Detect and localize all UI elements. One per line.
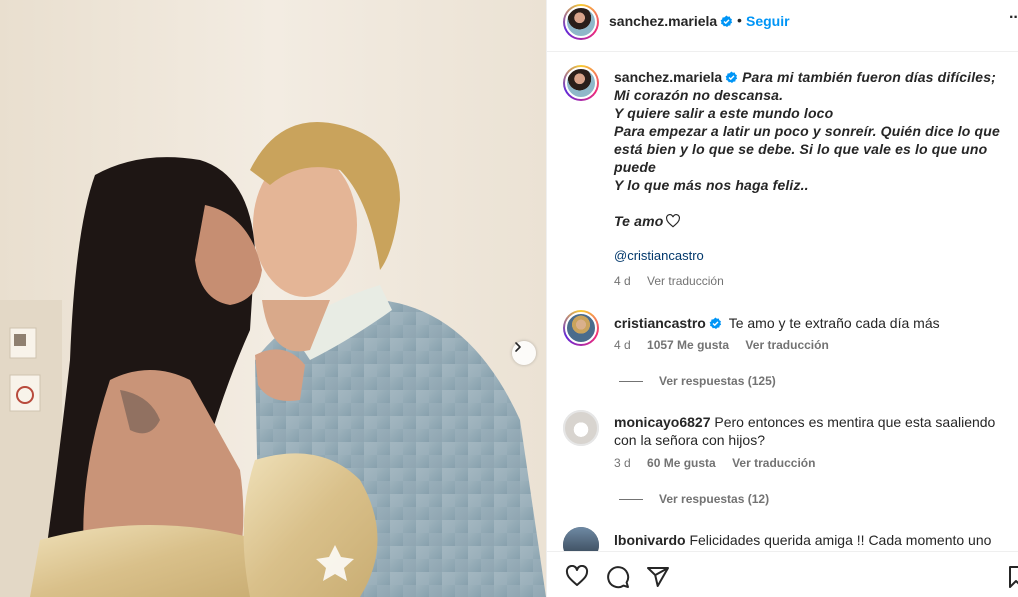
- comment-text: Felicidades querida amiga !! Cada moment…: [689, 532, 992, 548]
- follow-button[interactable]: Seguir: [746, 13, 790, 29]
- caption-text: Para mi también fueron días difíciles; M…: [614, 69, 1000, 229]
- author-username[interactable]: sanchez.mariela: [609, 13, 733, 29]
- comment-meta: 4 d 1057 Me gusta Ver traducción: [614, 338, 842, 352]
- view-replies-button[interactable]: Ver respuestas (125): [619, 374, 776, 388]
- comment-likes-button[interactable]: 60 Me gusta: [647, 456, 716, 470]
- replies-divider-line: [619, 380, 643, 382]
- chevron-right-icon: [515, 342, 521, 352]
- comment-item: lbonivardo Felicidades querida amiga !! …: [614, 531, 1014, 549]
- view-replies-label[interactable]: Ver respuestas (12): [659, 492, 769, 506]
- comments-scroll-area[interactable]: sanchez.mariela Para mi también fueron d…: [547, 53, 1018, 551]
- more-options-icon[interactable]: ···: [1009, 9, 1018, 27]
- post-detail-panel: sanchez.mariela • Seguir ··· sanchez.mar…: [546, 0, 1018, 597]
- comment-time: 4 d: [614, 338, 631, 352]
- comment-likes-button[interactable]: 1057 Me gusta: [647, 338, 729, 352]
- post-caption: sanchez.mariela Para mi también fueron d…: [614, 68, 1014, 230]
- comment-username[interactable]: monicayo6827: [614, 414, 711, 430]
- photo-illustration: [0, 0, 546, 597]
- caption-time: 4 d: [614, 274, 631, 288]
- comment-translate-button[interactable]: Ver traducción: [732, 456, 815, 470]
- separator-dot: •: [737, 12, 742, 28]
- verified-badge-icon: [720, 15, 733, 28]
- view-replies-button[interactable]: Ver respuestas (12): [619, 492, 769, 506]
- comment-meta: 3 d 60 Me gusta Ver traducción: [614, 456, 828, 470]
- next-photo-button[interactable]: [512, 341, 536, 365]
- comment-translate-button[interactable]: Ver traducción: [745, 338, 828, 352]
- post-header: sanchez.mariela • Seguir ···: [547, 0, 1018, 52]
- post-actions-bar: [547, 551, 1018, 597]
- caption-avatar[interactable]: [563, 65, 599, 101]
- comment-text: Te amo y te extraño cada día más: [728, 315, 940, 331]
- verified-badge-icon: [725, 71, 738, 84]
- comment-icon[interactable]: [606, 565, 630, 589]
- caption-meta: 4 d Ver traducción: [614, 274, 737, 288]
- comment-item: cristiancastro Te amo y te extraño cada …: [614, 314, 1014, 332]
- comment-username[interactable]: cristiancastro: [614, 315, 706, 331]
- mention-link[interactable]: @cristiancastro: [614, 248, 704, 263]
- share-icon[interactable]: [646, 565, 670, 589]
- replies-divider-line: [619, 498, 643, 500]
- comment-avatar[interactable]: [563, 527, 599, 551]
- comment-item: monicayo6827 Pero entonces es mentira qu…: [614, 413, 1014, 449]
- avatar[interactable]: [563, 4, 599, 40]
- comment-username[interactable]: lbonivardo: [614, 532, 686, 548]
- heart-icon[interactable]: [565, 565, 589, 587]
- heart-emoji-icon: [666, 214, 681, 228]
- author-username-text[interactable]: sanchez.mariela: [609, 13, 717, 29]
- post-photo[interactable]: [0, 0, 546, 597]
- comment-time: 3 d: [614, 456, 631, 470]
- caption-username[interactable]: sanchez.mariela: [614, 69, 722, 85]
- comment-avatar[interactable]: [563, 310, 599, 346]
- verified-badge-icon: [709, 317, 721, 330]
- caption-translate-button[interactable]: Ver traducción: [647, 274, 724, 288]
- comment-avatar[interactable]: [563, 410, 599, 446]
- view-replies-label[interactable]: Ver respuestas (125): [659, 374, 776, 388]
- bookmark-icon[interactable]: [1009, 565, 1018, 589]
